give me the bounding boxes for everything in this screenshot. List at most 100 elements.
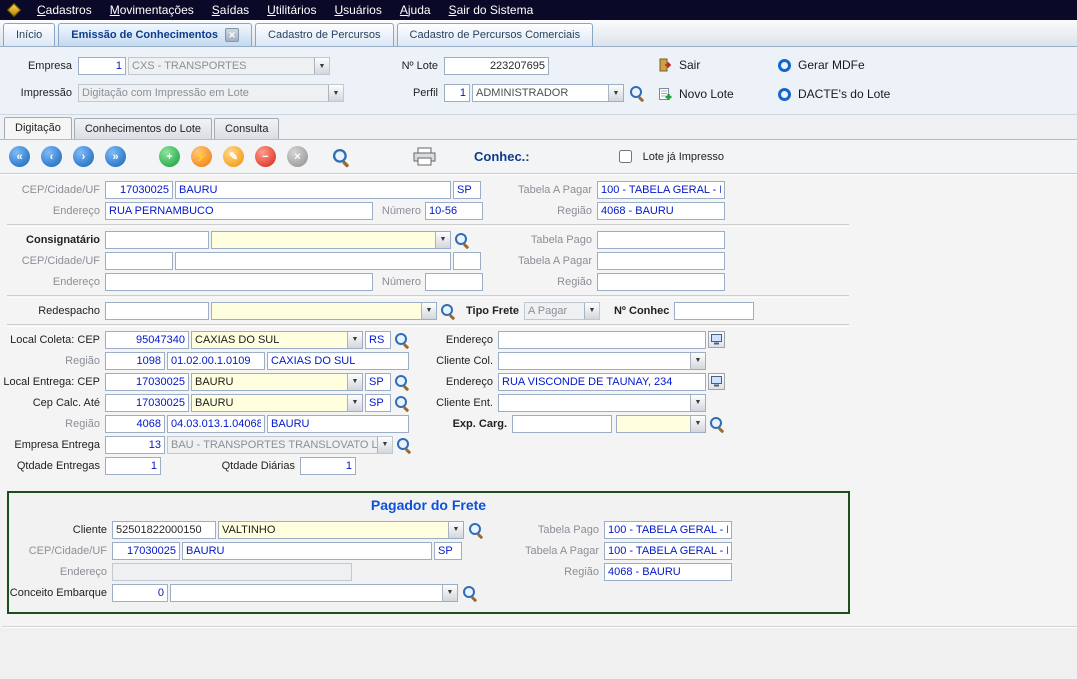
dacte-lote-button[interactable]: DACTE's do Lote <box>778 87 890 101</box>
entrega-endereco-input[interactable] <box>498 373 706 391</box>
empresa-code-input[interactable] <box>78 57 126 75</box>
consignatario-endereco-input[interactable] <box>105 273 373 291</box>
exp-carg-combo[interactable]: ▼ <box>616 415 706 433</box>
conceito-embarque-input[interactable] <box>112 584 168 602</box>
empresa-entrega-codigo-input[interactable] <box>105 436 165 454</box>
consignatario-uf-input[interactable] <box>453 252 481 270</box>
chevron-down-icon[interactable]: ▼ <box>377 437 392 453</box>
impressao-combo[interactable]: Digitação com Impressão em Lote ▼ <box>78 84 344 102</box>
coleta-uf-input[interactable] <box>365 331 391 349</box>
remetente-regiao-input[interactable] <box>597 202 725 220</box>
empresa-entrega-search-icon[interactable] <box>396 437 412 453</box>
cancel-icon[interactable]: × <box>287 146 308 167</box>
pagador-cliente-search-icon[interactable] <box>468 522 484 538</box>
perfil-code-input[interactable] <box>444 84 470 102</box>
coleta-search-icon[interactable] <box>394 332 410 348</box>
n-conhec-input[interactable] <box>674 302 754 320</box>
add-record-icon[interactable]: + <box>159 146 180 167</box>
redespacho-codigo-input[interactable] <box>105 302 209 320</box>
chevron-down-icon[interactable]: ▼ <box>435 232 450 248</box>
pagador-cliente-combo[interactable]: VALTINHO ▼ <box>218 521 464 539</box>
menu-ajuda[interactable]: Ajuda <box>391 1 440 19</box>
chevron-down-icon[interactable]: ▼ <box>690 416 705 432</box>
post-lightning-icon[interactable]: ⚡ <box>191 146 212 167</box>
consignatario-codigo-input[interactable] <box>105 231 209 249</box>
entrega-cep-input[interactable] <box>105 373 189 391</box>
sair-button[interactable]: Sair <box>658 58 700 72</box>
chevron-down-icon[interactable]: ▼ <box>347 395 362 411</box>
menu-saidas[interactable]: Saídas <box>203 1 258 19</box>
tab-cadastro-de-percursos[interactable]: Cadastro de Percursos <box>255 23 394 46</box>
pagador-endereco-input[interactable] <box>112 563 352 581</box>
exp-carg-input[interactable] <box>512 415 612 433</box>
coleta-endereco-lookup-button[interactable] <box>708 331 725 348</box>
empresa-entrega-combo[interactable]: BAU - TRANSPORTES TRANSLOVATO LTDA ▼ <box>167 436 393 454</box>
redespacho-search-icon[interactable] <box>440 303 456 319</box>
chevron-down-icon[interactable]: ▼ <box>347 374 362 390</box>
nav-first-icon[interactable]: « <box>9 146 30 167</box>
entrega-endereco-lookup-button[interactable] <box>708 373 725 390</box>
cep-calc-search-icon[interactable] <box>394 395 410 411</box>
cliente-col-combo[interactable]: ▼ <box>498 352 706 370</box>
subtab-consulta[interactable]: Consulta <box>214 118 279 139</box>
menu-cadastros[interactable]: Cadastros <box>28 1 101 19</box>
menu-usuarios[interactable]: Usuários <box>325 1 390 19</box>
pagador-uf-input[interactable] <box>434 542 462 560</box>
consignatario-combo[interactable]: ▼ <box>211 231 451 249</box>
chevron-down-icon[interactable]: ▼ <box>442 585 457 601</box>
tab-emissao-de-conhecimentos[interactable]: Emissão de Conhecimentos ✕ <box>58 23 252 46</box>
entrega-regiao-chave-input[interactable] <box>167 415 265 433</box>
tab-cadastro-de-percursos-comerciais[interactable]: Cadastro de Percursos Comerciais <box>397 23 594 46</box>
chevron-down-icon[interactable]: ▼ <box>608 85 623 101</box>
entrega-cidade-combo[interactable]: BAURU ▼ <box>191 373 363 391</box>
consignatario-search-icon[interactable] <box>454 232 470 248</box>
nav-next-icon[interactable]: › <box>73 146 94 167</box>
chevron-down-icon[interactable]: ▼ <box>448 522 463 538</box>
subtab-digitacao[interactable]: Digitação <box>4 117 72 139</box>
entrega-regiao-nome-input[interactable] <box>267 415 409 433</box>
coleta-regiao-codigo-input[interactable] <box>105 352 165 370</box>
lote-ja-impresso-checkbox[interactable] <box>619 150 632 163</box>
chevron-down-icon[interactable]: ▼ <box>421 303 436 319</box>
entrega-search-icon[interactable] <box>394 374 410 390</box>
delete-record-icon[interactable]: − <box>255 146 276 167</box>
pagador-regiao-input[interactable] <box>604 563 732 581</box>
pagador-tabela-pago-input[interactable] <box>604 521 732 539</box>
cliente-ent-combo[interactable]: ▼ <box>498 394 706 412</box>
cep-calc-uf-input[interactable] <box>365 394 391 412</box>
remetente-cidade-input[interactable] <box>175 181 451 199</box>
cep-calc-cidade-combo[interactable]: BAURU ▼ <box>191 394 363 412</box>
coleta-endereco-input[interactable] <box>498 331 706 349</box>
consignatario-numero-input[interactable] <box>425 273 483 291</box>
tab-inicio[interactable]: Início <box>3 23 55 46</box>
chevron-down-icon[interactable]: ▼ <box>328 85 343 101</box>
lote-input[interactable] <box>444 57 549 75</box>
qtdade-entregas-input[interactable] <box>105 457 161 475</box>
subtab-conhecimentos-do-lote[interactable]: Conhecimentos do Lote <box>74 118 212 139</box>
entrega-uf-input[interactable] <box>365 373 391 391</box>
pagador-cidade-input[interactable] <box>182 542 432 560</box>
chevron-down-icon[interactable]: ▼ <box>347 332 362 348</box>
remetente-endereco-input[interactable] <box>105 202 373 220</box>
exp-carg-search-icon[interactable] <box>709 416 725 432</box>
coleta-regiao-chave-input[interactable] <box>167 352 265 370</box>
coleta-cidade-combo[interactable]: CAXIAS DO SUL ▼ <box>191 331 363 349</box>
chevron-down-icon[interactable]: ▼ <box>314 58 329 74</box>
coleta-cep-input[interactable] <box>105 331 189 349</box>
chevron-down-icon[interactable]: ▼ <box>690 395 705 411</box>
pagador-cep-input[interactable] <box>112 542 180 560</box>
cep-calc-input[interactable] <box>105 394 189 412</box>
menu-sair-do-sistema[interactable]: Sair do Sistema <box>440 1 543 19</box>
consignatario-cidade-input[interactable] <box>175 252 451 270</box>
conceito-embarque-combo[interactable]: ▼ <box>170 584 458 602</box>
remetente-uf-input[interactable] <box>453 181 481 199</box>
chevron-down-icon[interactable]: ▼ <box>690 353 705 369</box>
consignatario-cep-input[interactable] <box>105 252 173 270</box>
consignatario-regiao-input[interactable] <box>597 273 725 291</box>
menu-movimentacoes[interactable]: Movimentações <box>101 1 203 19</box>
coleta-regiao-nome-input[interactable] <box>267 352 409 370</box>
printer-icon[interactable] <box>412 147 437 167</box>
gerar-mdfe-button[interactable]: Gerar MDFe <box>778 58 865 72</box>
nav-prev-icon[interactable]: ‹ <box>41 146 62 167</box>
qtdade-diarias-input[interactable] <box>300 457 356 475</box>
